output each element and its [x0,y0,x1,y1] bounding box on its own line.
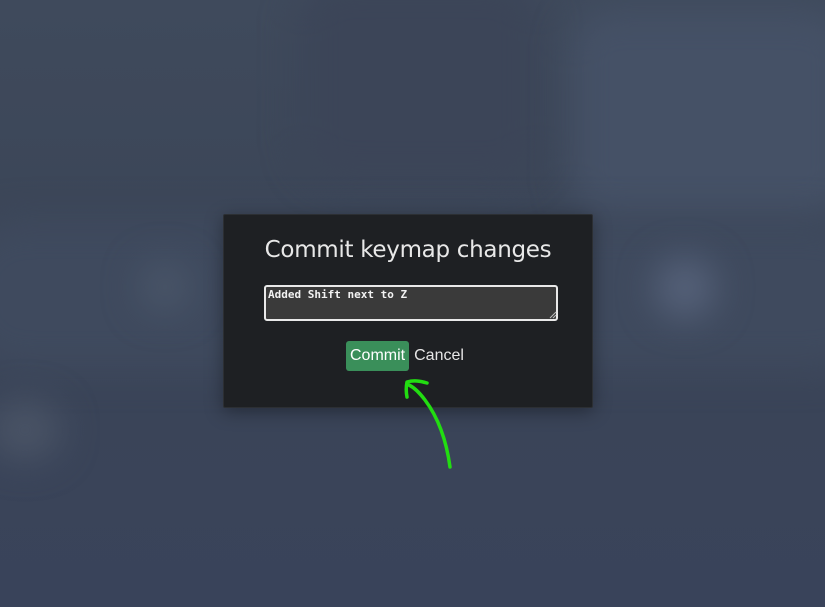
cancel-button[interactable]: Cancel [414,341,464,371]
background-key [140,262,190,312]
background-key [0,400,60,460]
annotation-arrow-icon [404,379,452,469]
commit-message-field[interactable]: Added Shift next to Z [264,285,558,321]
background-panel [570,10,825,220]
resize-grip-icon[interactable] [549,311,557,319]
background-key [655,258,715,318]
dialog-title: Commit keymap changes [264,237,552,263]
dialog-actions: Commit Cancel [346,341,464,371]
commit-button[interactable]: Commit [346,341,410,371]
background-panel [300,0,540,180]
